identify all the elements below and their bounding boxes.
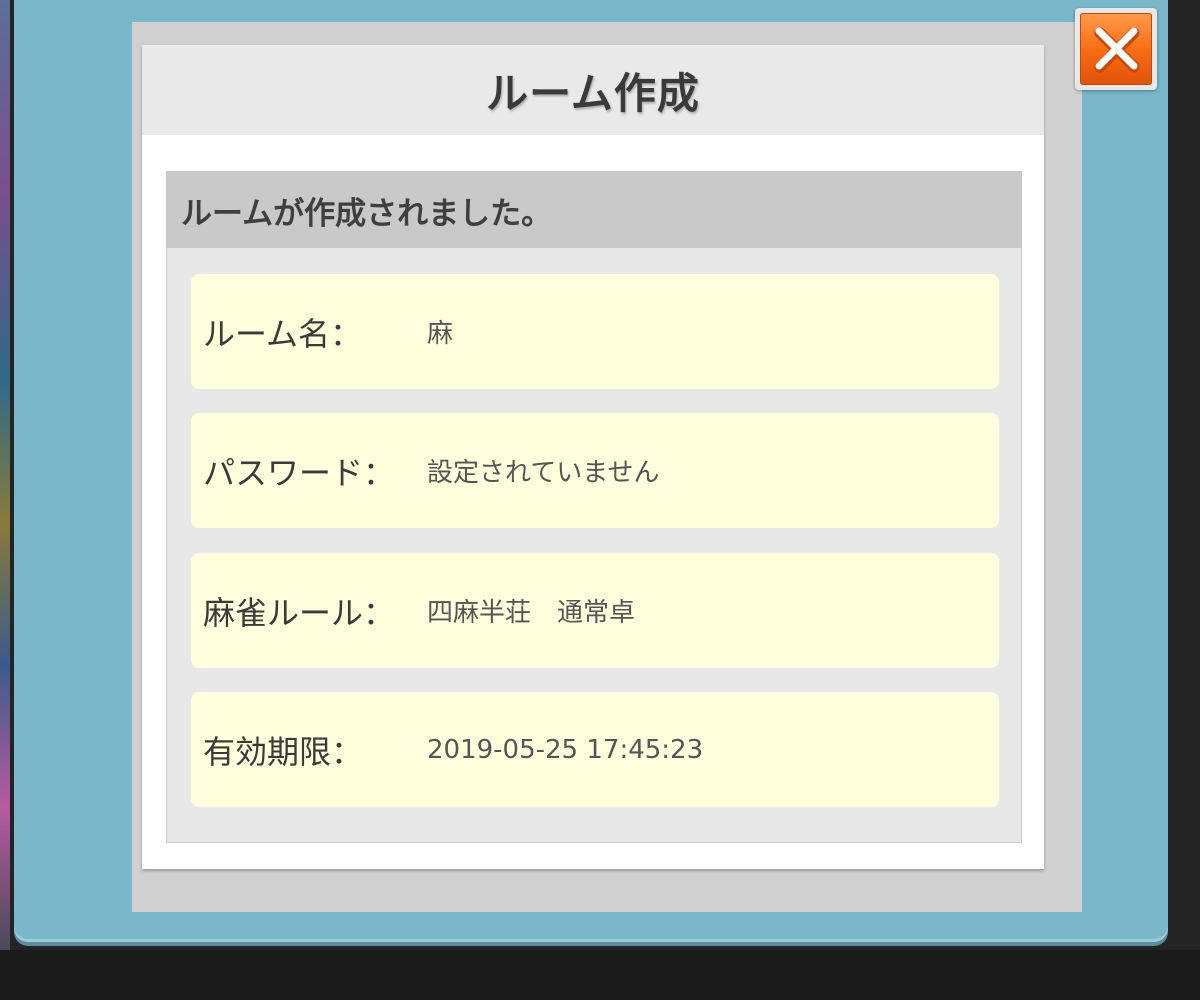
- password-value: 設定されていません: [427, 458, 660, 488]
- screen: ルーム作成 ルームが作成されました。 ルーム名： 麻 パスワード： 設定されてい…: [0, 0, 1200, 1000]
- mahjong-rule-row: 麻雀ルール： 四麻半荘 通常卓: [191, 553, 999, 668]
- dialog-title: ルーム作成: [486, 68, 700, 118]
- mahjong-rule-value: 四麻半荘 通常卓: [427, 598, 636, 628]
- password-label: パスワード：: [203, 453, 396, 492]
- room-info-box: ルームが作成されました。 ルーム名： 麻 パスワード： 設定されていません 麻雀…: [166, 171, 1022, 843]
- success-message: ルームが作成されました。: [181, 195, 553, 232]
- bottom-bar: [0, 950, 1200, 1000]
- mahjong-rule-label: 麻雀ルール：: [203, 593, 396, 632]
- room-name-value: 麻: [427, 319, 454, 349]
- room-name-label: ルーム名：: [203, 314, 363, 353]
- expiry-row: 有効期限： 2019-05-25 17:45:23: [191, 692, 999, 807]
- dialog-title-bar: ルーム作成: [142, 45, 1044, 135]
- expiry-label: 有効期限：: [203, 732, 364, 771]
- background-game-strip: [0, 0, 10, 950]
- password-row: パスワード： 設定されていません: [191, 413, 999, 528]
- room-created-dialog: ルーム作成 ルームが作成されました。 ルーム名： 麻 パスワード： 設定されてい…: [142, 45, 1044, 869]
- close-icon: [1080, 13, 1152, 85]
- room-name-row: ルーム名： 麻: [191, 274, 999, 389]
- expiry-value: 2019-05-25 17:45:23: [427, 734, 704, 765]
- room-info-header: ルームが作成されました。: [167, 172, 1021, 248]
- close-button[interactable]: [1075, 8, 1157, 90]
